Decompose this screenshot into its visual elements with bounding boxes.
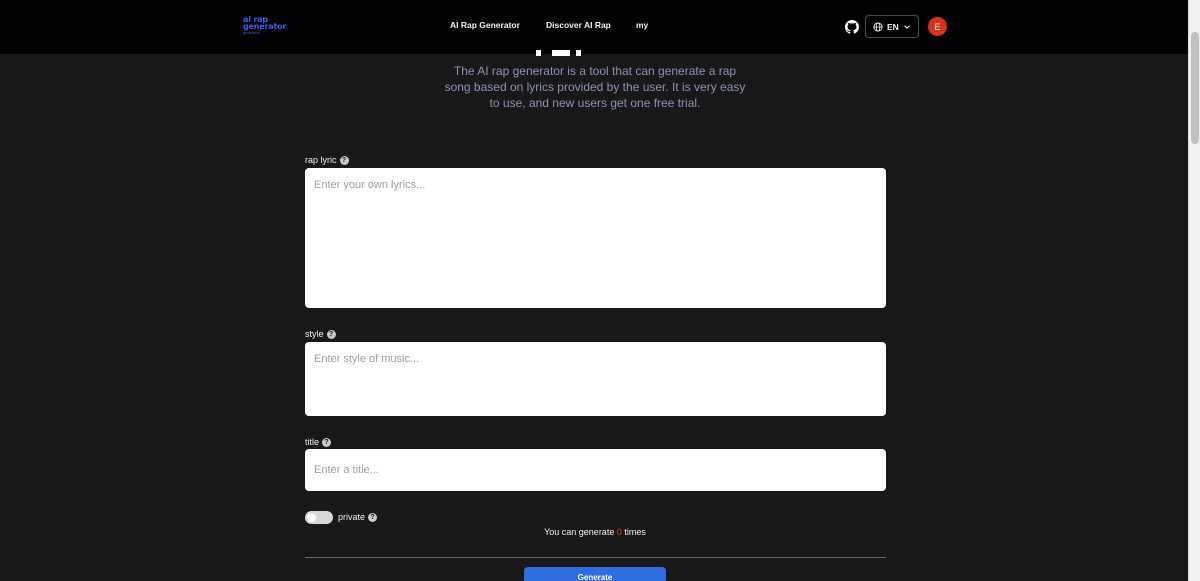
title-label-text: title [305,437,320,447]
help-icon[interactable]: ? [339,155,349,165]
language-label: EN [887,21,899,32]
chevron-down-icon [904,24,910,29]
generation-quota-note: You can generate 0 times [440,527,750,537]
quota-prefix: You can generate [544,527,615,537]
style-label: style ? [305,329,336,339]
form-divider [305,557,886,558]
nav-my[interactable]: my [636,20,648,30]
rap-lyric-label-text: rap lyric [305,155,337,165]
page-scrollbar[interactable] [1188,0,1200,581]
quota-count: 0 [616,527,622,537]
nav-discover-ai-rap[interactable]: Discover AI Rap [546,20,611,30]
rap-lyric-label: rap lyric ? [305,155,349,165]
title-input[interactable] [305,449,886,491]
rap-lyric-input[interactable] [305,168,886,308]
private-label: private ? [338,512,378,522]
globe-icon [873,22,883,31]
site-logo[interactable]: ai rap generator generator [243,16,303,36]
hero-title-fragment [532,50,592,56]
help-icon[interactable]: ? [326,329,336,339]
hero-description: The AI rap generator is a tool that can … [444,64,746,110]
title-label: title ? [305,437,332,447]
private-toggle[interactable] [305,511,333,524]
private-label-text: private [338,512,366,522]
generate-button-label: Generate [577,573,613,581]
quota-suffix: times [624,527,646,537]
scrollbar-thumb[interactable] [1191,32,1199,144]
help-icon[interactable]: ? [368,512,378,522]
generate-button[interactable]: Generate [524,567,666,581]
style-label-text: style [305,329,324,339]
user-avatar[interactable]: E [928,17,947,36]
help-icon[interactable]: ? [322,437,332,447]
nav-ai-rap-generator[interactable]: AI Rap Generator [450,20,520,30]
style-input[interactable] [305,342,886,416]
top-navbar: ai rap generator generator AI Rap Genera… [0,0,1200,54]
github-icon[interactable] [845,20,859,34]
logo-text-line2: generator [243,22,287,31]
language-selector[interactable]: EN [865,15,919,38]
avatar-initial: E [934,21,941,32]
toggle-knob [307,513,316,522]
